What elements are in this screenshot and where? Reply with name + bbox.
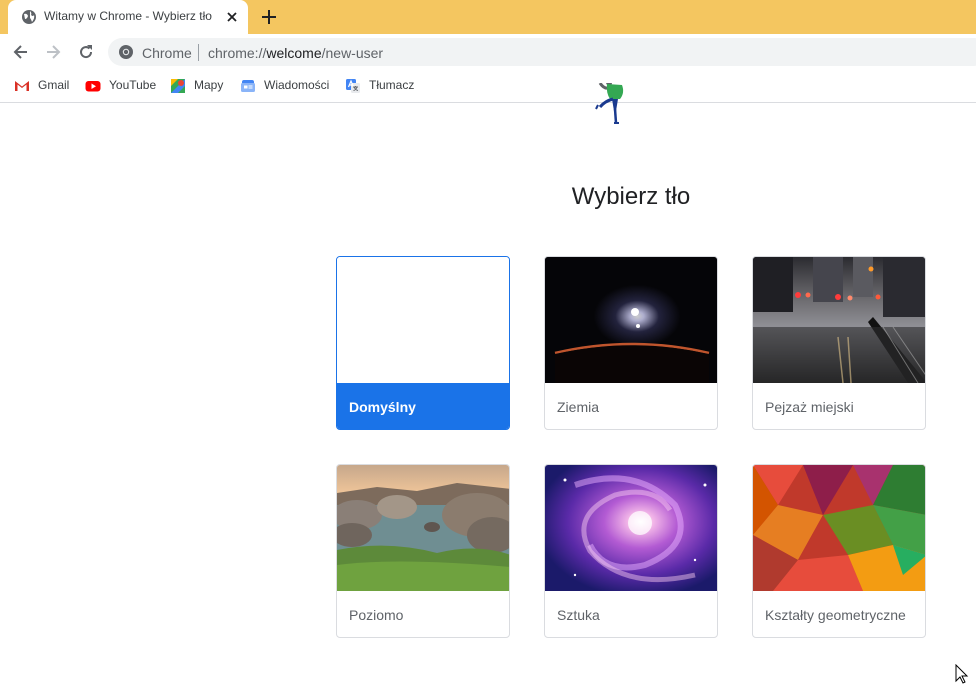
earth-thumbnail xyxy=(545,257,717,383)
background-option-cityscape[interactable]: Pejzaż miejski xyxy=(752,256,926,430)
background-label: Sztuka xyxy=(557,607,600,623)
background-option-landscape[interactable]: Poziomo xyxy=(336,464,510,638)
bookmark-label: Gmail xyxy=(38,78,70,92)
maps-icon xyxy=(171,79,185,93)
bookmarks-bar: Gmail YouTube Mapy Wiadomości Tłumacz xyxy=(0,70,976,103)
galaxy-thumbnail xyxy=(545,465,717,591)
gmail-icon xyxy=(15,81,29,91)
bookmark-label: Mapy xyxy=(194,78,224,92)
tab-title: Witamy w Chrome - Wybierz tło xyxy=(44,9,212,23)
address-bar[interactable]: Chrome chrome://welcome/new-user xyxy=(108,38,976,66)
forward-arrow-icon[interactable] xyxy=(43,42,63,62)
background-label: Kształty geometryczne xyxy=(765,607,906,623)
background-option-default[interactable]: Domyślny xyxy=(336,256,510,430)
omnibox-separator xyxy=(198,44,199,61)
chrome-icon xyxy=(119,45,133,59)
background-label: Domyślny xyxy=(337,383,509,429)
tab-strip: Witamy w Chrome - Wybierz tło xyxy=(0,0,976,34)
landscape-thumbnail xyxy=(337,465,509,591)
globe-icon xyxy=(22,10,36,24)
page-title: Wybierz tło xyxy=(571,183,691,210)
welcome-illustration xyxy=(595,83,624,124)
bookmark-label: YouTube xyxy=(109,78,157,92)
mouse-pointer-icon xyxy=(955,664,969,684)
url-text: chrome://welcome/new-user xyxy=(208,45,384,61)
translate-icon xyxy=(346,79,360,93)
youtube-icon xyxy=(85,81,101,92)
background-option-art[interactable]: Sztuka xyxy=(544,464,718,638)
page-content: Wybierz tło Domyślny Ziemia Pejzaż miejs… xyxy=(0,83,976,685)
new-tab-plus-icon[interactable] xyxy=(259,7,279,27)
background-option-earth[interactable]: Ziemia xyxy=(544,256,718,430)
back-arrow-icon[interactable] xyxy=(11,42,31,62)
close-icon[interactable] xyxy=(222,7,242,27)
bookmark-label: Wiadomości xyxy=(264,78,330,92)
news-icon xyxy=(241,80,255,92)
chrome-chip-label: Chrome xyxy=(142,45,192,61)
background-option-geometric[interactable]: Kształty geometryczne xyxy=(752,464,926,638)
background-label: Ziemia xyxy=(557,399,600,415)
background-label: Pejzaż miejski xyxy=(765,399,854,415)
reload-icon[interactable] xyxy=(76,42,96,62)
geometric-thumbnail xyxy=(753,465,925,591)
toolbar: Chrome chrome://welcome/new-user xyxy=(0,34,976,70)
active-tab[interactable]: Witamy w Chrome - Wybierz tło xyxy=(8,0,248,34)
background-thumbnail xyxy=(337,257,509,383)
cityscape-thumbnail xyxy=(753,257,925,383)
bookmark-label: Tłumacz xyxy=(369,78,415,92)
background-label: Poziomo xyxy=(349,607,404,623)
